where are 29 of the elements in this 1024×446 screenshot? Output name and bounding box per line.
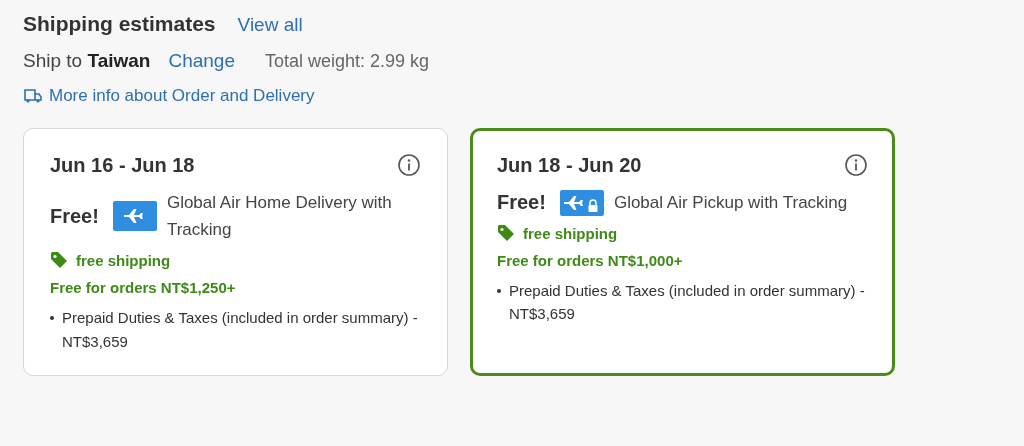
shipping-option-card[interactable]: Jun 16 - Jun 18 Free! Global Air Home Delivery with Tracking free shipping Free for orders NT$1,250+ Prepaid Duties & Taxes (included in order summary) - NT$3,659 — [23, 128, 448, 376]
shipping-option-card[interactable]: Jun 18 - Jun 20 Free! Global Air Pickup with Tracking free shipping Free for orders NT$1,000+ Prepaid Duties & Taxes (included in order summary) - NT$3,659 — [470, 128, 895, 376]
duties-note: Prepaid Duties & Taxes (included in order summary) - NT$3,659 — [509, 281, 866, 325]
duties-note: Prepaid Duties & Taxes (included in order summary) - NT$3,659 — [62, 308, 419, 352]
bullet-icon — [50, 316, 54, 321]
price: Free! — [497, 191, 546, 215]
info-icon[interactable] — [844, 153, 868, 177]
free-shipping-label: free shipping — [76, 251, 171, 269]
free-threshold: Free for orders NT$1,250+ — [50, 279, 237, 297]
price: Free! — [50, 204, 99, 228]
bullet-icon — [497, 289, 501, 294]
free-threshold: Free for orders NT$1,000+ — [497, 252, 684, 270]
delivery-dates: Jun 18 - Jun 20 — [497, 153, 642, 177]
total-weight: Total weight: 2.99 kg — [265, 51, 430, 72]
airplane-lock-icon — [559, 189, 604, 216]
free-shipping-label: free shipping — [523, 224, 618, 242]
airplane-icon — [112, 201, 157, 232]
tag-icon — [497, 224, 515, 243]
service-name: Global Air Home Delivery with Tracking — [166, 192, 393, 242]
view-all-link[interactable]: View all — [237, 14, 303, 36]
delivery-truck-icon — [23, 88, 43, 104]
info-icon[interactable] — [397, 153, 421, 177]
tag-icon — [50, 251, 68, 270]
change-link[interactable]: Change — [168, 50, 235, 72]
section-title: Shipping estimates — [23, 12, 216, 36]
delivery-dates: Jun 16 - Jun 18 — [50, 153, 195, 177]
order-delivery-info-link[interactable]: More info about Order and Delivery — [49, 86, 315, 106]
service-name: Global Air Pickup with Tracking — [613, 192, 849, 214]
ship-to-text: Ship to Taiwan — [23, 50, 151, 72]
